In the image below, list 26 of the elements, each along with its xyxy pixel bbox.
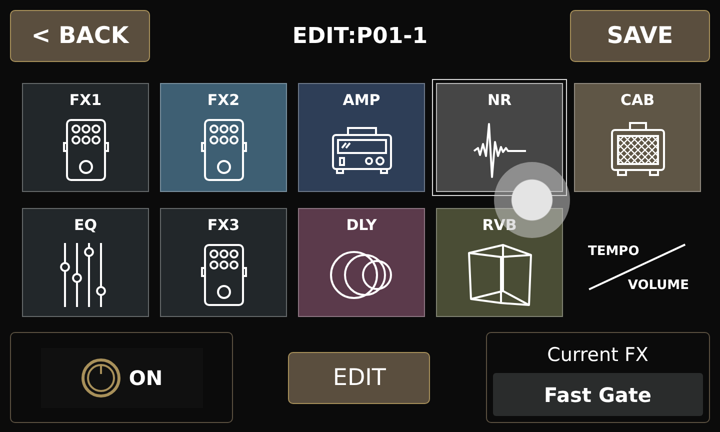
effect-block-tile[interactable]: DLY [298,208,425,317]
block-label: EQ [74,216,97,234]
screen-title: EDIT:P01-1 [292,24,428,48]
power-toggle[interactable]: ON [40,348,203,408]
edit-button[interactable]: EDIT [288,352,430,404]
block-label: FX1 [69,91,102,109]
effect-block-tile[interactable]: FX3 [160,208,287,317]
block-label: NR [487,91,512,109]
block-label: RVB [482,216,517,234]
power-label: ON [128,366,163,390]
block-label: FX3 [207,216,240,234]
effect-block-tile[interactable]: CAB [574,83,701,192]
back-button[interactable]: < BACK [10,10,150,62]
block-label: AMP [342,91,380,109]
effect-block-tile[interactable]: FX1 [22,83,149,192]
current-fx-value: Fast Gate [492,373,703,416]
effect-block-tile[interactable]: AMP [298,83,425,192]
block-label: CAB [620,91,655,109]
current-fx-label: Current FX [547,343,648,368]
volume-label: VOLUME [628,278,689,293]
block-label: DLY [346,216,377,234]
tempo-label: TEMPO [588,244,640,259]
block-label: FX2 [207,91,240,109]
effect-block-tile[interactable]: EQ [22,208,149,317]
save-button[interactable]: SAVE [570,10,710,62]
effect-block-tile[interactable]: FX2 [160,83,287,192]
